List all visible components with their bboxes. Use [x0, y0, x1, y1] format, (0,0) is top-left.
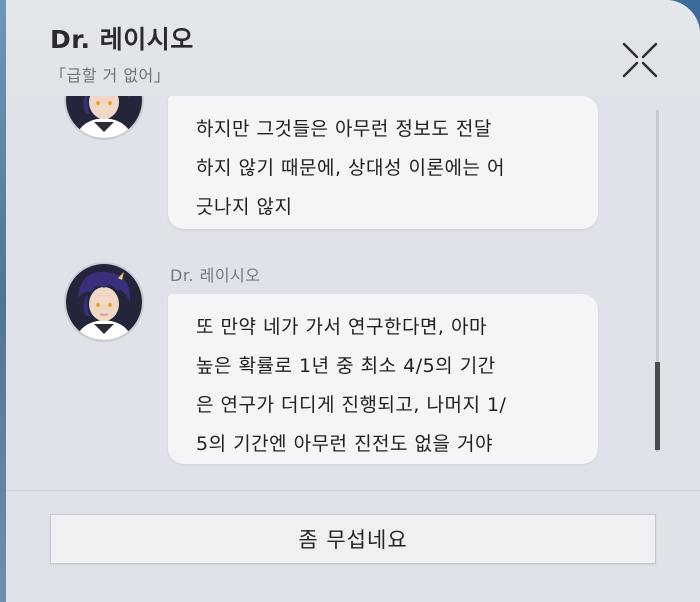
- close-icon: [622, 42, 658, 78]
- message-bubble: 또 만약 네가 가서 연구한다면, 아마 높은 확률로 1년 중 최소 4/5의…: [168, 294, 598, 464]
- dialogue-option-button[interactable]: 좀 무섭네요: [50, 514, 656, 564]
- speaker-name: Dr. 레이시오: [170, 266, 261, 285]
- speaker-avatar: [64, 262, 144, 342]
- dialog-header: Dr. 레이시오 「급할 거 없어」: [6, 0, 700, 96]
- close-button[interactable]: [618, 38, 662, 82]
- message-line: 또 만약 네가 가서 연구한다면, 아마: [196, 316, 487, 338]
- message-line: 높은 확률로 1년 중 최소 4/5의 기간: [196, 355, 496, 377]
- message-bubble: 하지만 그것들은 아무런 정보도 전달 하지 않기 때문에, 상대성 이론에는 …: [168, 96, 598, 229]
- message-line: 하지만 그것들은 아무런 정보도 전달: [196, 118, 492, 140]
- dialog-title: Dr. 레이시오: [50, 25, 194, 54]
- dialog-subtitle: 「급할 거 없어」: [50, 66, 171, 85]
- scrollbar-thumb[interactable]: [655, 362, 660, 450]
- dr-ratio-avatar-icon: [66, 96, 142, 138]
- message-line: 하지 않기 때문에, 상대성 이론에는 어: [196, 157, 505, 179]
- message-line: 5의 기간엔 아무런 진전도 없을 거야: [196, 433, 494, 455]
- chat-log[interactable]: 하지만 그것들은 아무런 정보도 전달 하지 않기 때문에, 상대성 이론에는 …: [6, 96, 700, 490]
- options-divider: [6, 490, 700, 491]
- message-line: 긋나지 않지: [196, 196, 293, 218]
- speaker-avatar: [64, 96, 144, 140]
- message-line: 은 연구가 더디게 진행되고, 나머지 1/: [196, 394, 507, 416]
- dialog-panel: Dr. 레이시오 「급할 거 없어」 하지만 그것들은 아무런 정보도 전달 하…: [6, 0, 700, 602]
- dialogue-option-label: 좀 무섭네요: [298, 528, 408, 552]
- dr-ratio-avatar-icon: [66, 264, 142, 340]
